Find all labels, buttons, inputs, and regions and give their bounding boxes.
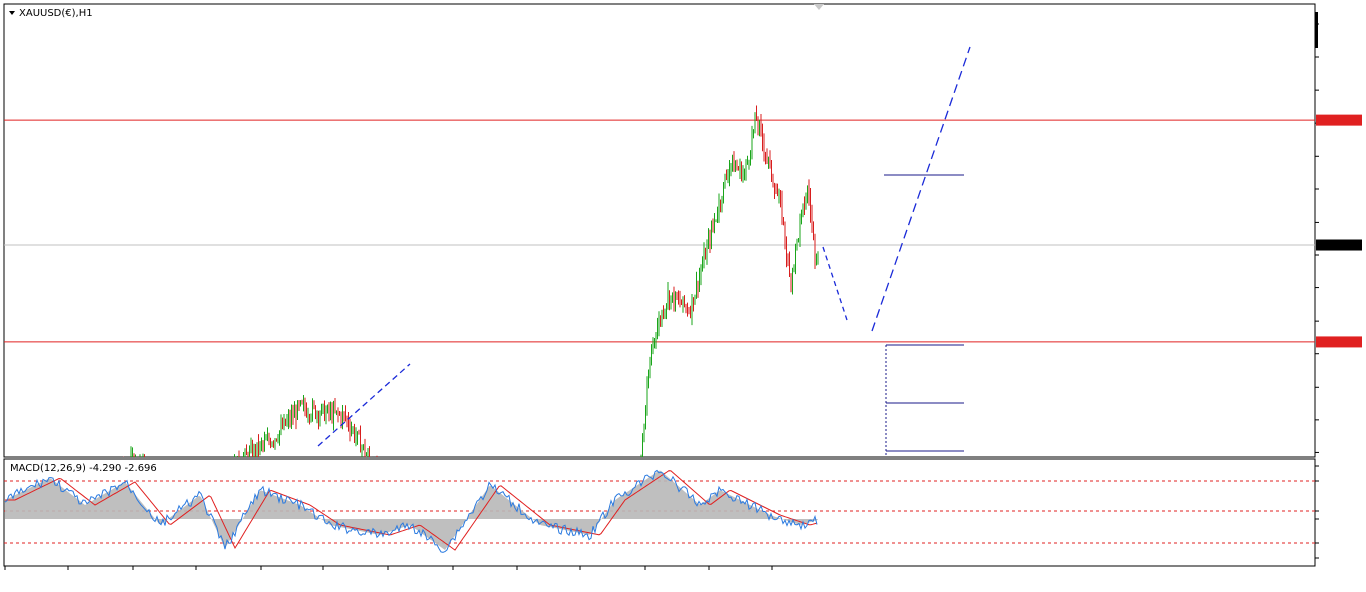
time-axis	[4, 566, 773, 570]
dropdown-triangle-icon[interactable]	[9, 11, 15, 15]
horizontal-levels	[4, 119, 1315, 343]
wave-projection-lines	[317, 46, 971, 447]
macd-title: MACD(12,26,9) -4.290 -2.696	[10, 463, 157, 474]
scroll-marker-icon[interactable]	[814, 4, 824, 10]
fibonacci-levels	[884, 174, 964, 455]
symbol-title: XAUUSD(€),H1	[19, 8, 93, 19]
support-tag-bg	[1316, 336, 1362, 348]
price-pane-frame	[3, 3, 1316, 458]
macd-indicator	[4, 469, 1315, 553]
macd-axis	[1315, 465, 1319, 559]
resistance-tag-bg	[1316, 114, 1362, 126]
current-price-tag-bg	[1316, 239, 1362, 251]
projection-v-leg	[871, 46, 971, 332]
macd-histogram	[5, 470, 818, 550]
projection-c-leg	[822, 246, 848, 321]
price-chart[interactable]: XAUUSD(€),H1 MACD(12,26,9) -4.290 -2.696	[0, 0, 1366, 588]
price-scale-bar	[1315, 12, 1318, 48]
price-axis	[1315, 12, 1362, 453]
trading-chart-window: XAUUSD(€),H1 MACD(12,26,9) -4.290 -2.696	[0, 0, 1366, 588]
